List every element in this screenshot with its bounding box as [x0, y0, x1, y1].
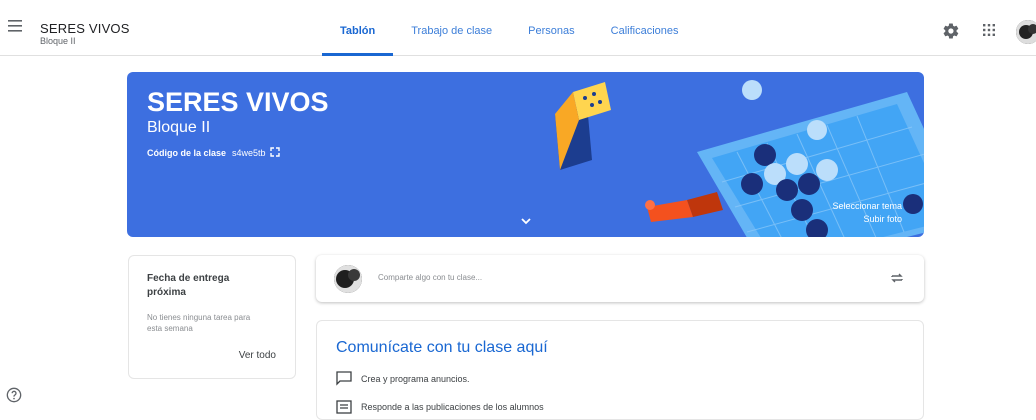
share-input[interactable]: Comparte algo con tu clase... — [378, 273, 482, 282]
upcoming-card: Fecha de entrega próxima No tienes ningu… — [128, 255, 296, 379]
apps-grid-icon[interactable] — [983, 23, 997, 37]
banner-title: SERES VIVOS — [147, 87, 329, 117]
upload-photo-link[interactable]: Subir foto — [863, 214, 902, 224]
upcoming-title: Fecha de entrega próxima — [147, 273, 230, 298]
help-icon[interactable] — [6, 387, 24, 405]
communicate-card: Comunícate con tu clase aquí Crea y prog… — [316, 320, 924, 420]
banner-subtitle: Bloque II — [147, 119, 211, 136]
class-code-value: s4we5tb — [232, 148, 266, 158]
chat-bubble-icon — [336, 371, 352, 386]
list-item: Crea y programa anuncios. — [336, 371, 470, 386]
gear-icon[interactable] — [942, 22, 962, 42]
view-all-link[interactable]: Ver todo — [239, 350, 276, 361]
class-subtitle: Bloque II — [40, 36, 76, 46]
upcoming-empty-text: No tienes ninguna tarea para esta semana — [147, 313, 251, 333]
communicate-item-1: Crea y programa anuncios. — [361, 373, 470, 384]
share-box[interactable]: Comparte algo con tu clase... — [316, 255, 924, 302]
class-code: Código de la clase s4we5tb — [147, 147, 282, 159]
class-title[interactable]: SERES VIVOS — [40, 21, 130, 36]
menu-icon[interactable] — [8, 20, 28, 36]
class-code-label: Código de la clase — [147, 148, 227, 158]
communicate-item-2: Responde a las publicaciones de los alum… — [361, 402, 544, 412]
top-app-bar: SERES VIVOS Bloque II Tablón Trabajo de … — [0, 0, 1036, 56]
tab-bar: Tablón Trabajo de clase Personas Calific… — [322, 0, 697, 56]
tab-grades[interactable]: Calificaciones — [593, 0, 697, 56]
user-avatar — [334, 265, 362, 293]
chevron-down-icon[interactable] — [519, 214, 533, 228]
fullscreen-icon[interactable] — [269, 147, 282, 159]
tab-stream[interactable]: Tablón — [322, 0, 394, 56]
tab-classwork[interactable]: Trabajo de clase — [393, 0, 510, 56]
account-avatar[interactable] — [1016, 20, 1036, 44]
select-theme-link[interactable]: Seleccionar tema — [832, 201, 902, 211]
repost-icon[interactable] — [890, 271, 906, 287]
communicate-title: Comunícate con tu clase aquí — [336, 339, 548, 356]
class-banner: SERES VIVOS Bloque II Código de la clase… — [127, 72, 924, 237]
tab-people[interactable]: Personas — [510, 0, 592, 56]
